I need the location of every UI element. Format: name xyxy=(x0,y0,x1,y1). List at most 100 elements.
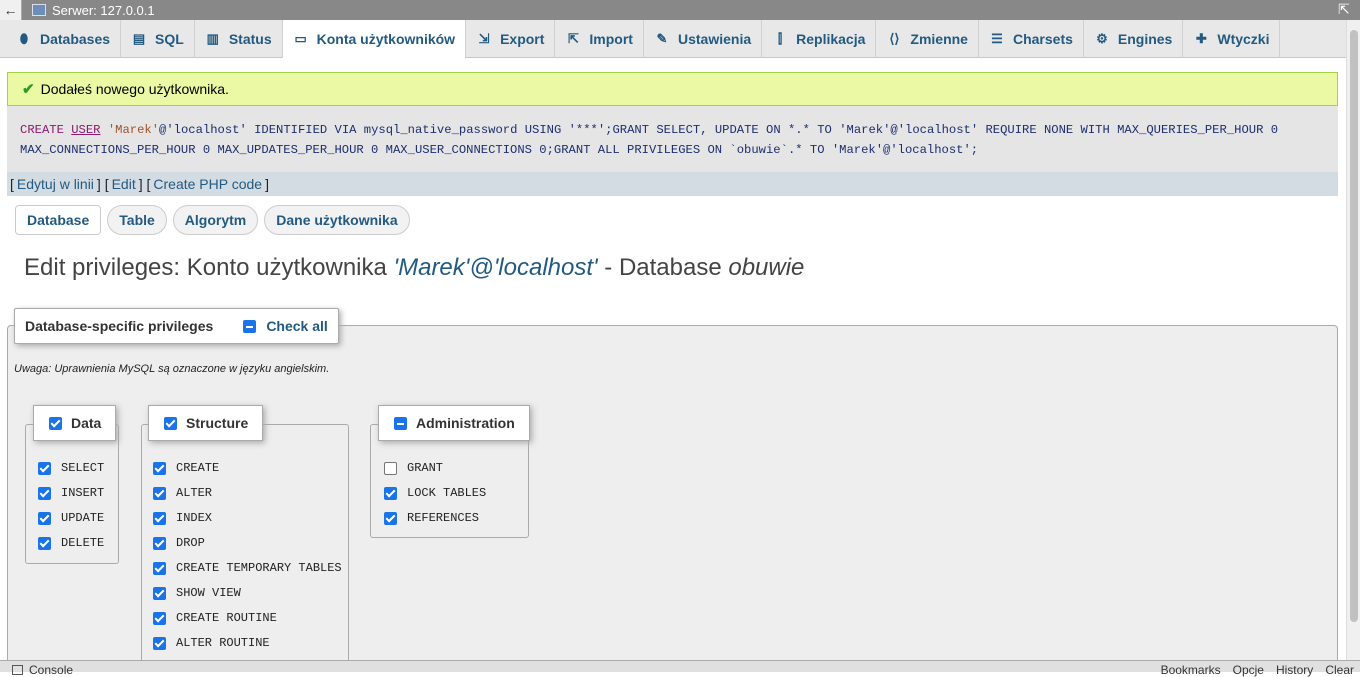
privilege-label[interactable]: CREATE xyxy=(176,461,219,475)
account-link[interactable]: 'Marek'@'localhost' xyxy=(394,254,598,281)
console-toggle[interactable]: Console xyxy=(12,663,73,677)
tab-label[interactable]: Import xyxy=(589,31,633,47)
privilege-create-routine[interactable]: CREATE ROUTINE xyxy=(153,611,277,625)
privilege-label[interactable]: ALTER ROUTINE xyxy=(176,636,270,650)
privilege-lock-tables[interactable]: LOCK TABLES xyxy=(384,486,486,500)
privilege-checkbox[interactable] xyxy=(38,536,51,550)
group-checkbox[interactable] xyxy=(164,416,177,430)
tab-charsets[interactable]: ☰ Charsets xyxy=(979,20,1084,58)
tab-label[interactable]: Databases xyxy=(40,31,110,47)
privilege-label[interactable]: CREATE TEMPORARY TABLES xyxy=(176,561,342,575)
console-label[interactable]: Console xyxy=(29,663,73,677)
privilege-checkbox[interactable] xyxy=(153,611,166,625)
back-arrow-icon[interactable]: ← xyxy=(0,0,22,20)
group-legend-structure[interactable]: Structure xyxy=(148,405,264,441)
tab-label[interactable]: Konta użytkowników xyxy=(317,31,455,47)
group-checkbox[interactable] xyxy=(394,416,407,430)
sql-keyword-user[interactable]: USER xyxy=(71,123,100,137)
privilege-drop[interactable]: DROP xyxy=(153,536,205,550)
privilege-select[interactable]: SELECT xyxy=(38,461,104,475)
privilege-alter-routine[interactable]: ALTER ROUTINE xyxy=(153,636,270,650)
privilege-checkbox[interactable] xyxy=(38,511,51,525)
tab-label[interactable]: Charsets xyxy=(1013,31,1073,47)
privilege-label[interactable]: SHOW VIEW xyxy=(176,586,241,600)
tab-sql[interactable]: ▤ SQL xyxy=(121,20,195,58)
privilege-label[interactable]: INSERT xyxy=(61,486,104,500)
privilege-label[interactable]: DELETE xyxy=(61,536,104,550)
tab-engines[interactable]: ⚙ Engines xyxy=(1084,20,1184,58)
tab-database[interactable]: ⬮ Databases xyxy=(6,20,122,58)
subtab-table[interactable]: Table xyxy=(107,205,167,235)
privilege-label[interactable]: CREATE ROUTINE xyxy=(176,611,277,625)
privilege-create-temporary-tables[interactable]: CREATE TEMPORARY TABLES xyxy=(153,561,342,575)
group-legend-data[interactable]: Data xyxy=(33,405,117,441)
tab-import[interactable]: ⇱ Import xyxy=(555,20,644,58)
console-history[interactable]: History xyxy=(1276,663,1313,677)
privilege-show-view[interactable]: SHOW VIEW xyxy=(153,586,241,600)
privilege-label[interactable]: GRANT xyxy=(407,461,443,475)
privilege-checkbox[interactable] xyxy=(384,486,397,500)
privileges-legend: Database-specific privileges Check all xyxy=(14,308,339,344)
edit-link[interactable]: Edit xyxy=(112,176,136,192)
tab-users[interactable]: ▭ Konta użytkowników xyxy=(282,20,467,59)
console-opcje[interactable]: Opcje xyxy=(1233,663,1264,677)
engines-icon: ⚙ xyxy=(1096,31,1108,46)
subtab-database[interactable]: Database xyxy=(15,205,102,235)
privilege-checkbox[interactable] xyxy=(153,586,166,600)
privilege-label[interactable]: UPDATE xyxy=(61,511,104,525)
privilege-insert[interactable]: INSERT xyxy=(38,486,104,500)
subtab-dane-użytkownika[interactable]: Dane użytkownika xyxy=(264,205,410,235)
console-bookmarks[interactable]: Bookmarks xyxy=(1161,663,1221,677)
check-all-label[interactable]: Check all xyxy=(266,318,327,334)
tab-variables[interactable]: ⟨⟩ Zmienne xyxy=(876,20,979,58)
privilege-delete[interactable]: DELETE xyxy=(38,536,104,550)
privilege-label[interactable]: DROP xyxy=(176,536,205,550)
vertical-scrollbar[interactable] xyxy=(1346,20,1360,660)
privilege-label[interactable]: REFERENCES xyxy=(407,511,479,525)
group-checkbox[interactable] xyxy=(49,416,62,430)
privilege-checkbox[interactable] xyxy=(384,461,397,475)
tab-label[interactable]: Status xyxy=(229,31,272,47)
privilege-checkbox[interactable] xyxy=(153,561,166,575)
tab-label[interactable]: Export xyxy=(500,31,544,47)
privilege-checkbox[interactable] xyxy=(38,461,51,475)
edit-inline-link[interactable]: Edytuj w linii xyxy=(17,176,94,192)
tab-wrench[interactable]: ✎ Ustawienia xyxy=(644,20,763,58)
tab-label[interactable]: Engines xyxy=(1118,31,1172,47)
tab-label[interactable]: Replikacja xyxy=(796,31,865,47)
group-legend-administration[interactable]: Administration xyxy=(378,405,530,441)
tab-label[interactable]: Ustawienia xyxy=(678,31,751,47)
privilege-checkbox[interactable] xyxy=(153,511,166,525)
privilege-grant[interactable]: GRANT xyxy=(384,461,443,475)
tab-label[interactable]: SQL xyxy=(155,31,184,47)
privilege-label[interactable]: LOCK TABLES xyxy=(407,486,486,500)
privilege-checkbox[interactable] xyxy=(153,486,166,500)
tab-export[interactable]: ⇲ Export xyxy=(466,20,556,58)
tab-plugin[interactable]: ✚ Wtyczki xyxy=(1183,20,1281,58)
console-clear[interactable]: Clear xyxy=(1325,663,1354,677)
privilege-checkbox[interactable] xyxy=(384,511,397,525)
privilege-references[interactable]: REFERENCES xyxy=(384,511,479,525)
scrollbar-thumb[interactable] xyxy=(1350,30,1358,622)
check-all-checkbox[interactable] xyxy=(243,319,257,333)
privilege-checkbox[interactable] xyxy=(153,461,166,475)
privilege-label[interactable]: ALTER xyxy=(176,486,212,500)
check-all-toggle[interactable]: Check all xyxy=(243,318,328,334)
privilege-checkbox[interactable] xyxy=(153,636,166,650)
privilege-label[interactable]: SELECT xyxy=(61,461,104,475)
maximize-icon[interactable]: ⇱ xyxy=(1338,2,1352,16)
group-label: Structure xyxy=(186,415,249,431)
create-php-code-link[interactable]: Create PHP code xyxy=(153,176,262,192)
privilege-index[interactable]: INDEX xyxy=(153,511,212,525)
privilege-checkbox[interactable] xyxy=(38,486,51,500)
subtab-algorytm[interactable]: Algorytm xyxy=(172,205,259,235)
privilege-alter[interactable]: ALTER xyxy=(153,486,212,500)
privilege-update[interactable]: UPDATE xyxy=(38,511,104,525)
tab-status[interactable]: ▥ Status xyxy=(195,20,283,58)
tab-replication[interactable]: ⫿ Replikacja xyxy=(762,20,877,58)
tab-label[interactable]: Wtyczki xyxy=(1217,31,1269,47)
tab-label[interactable]: Zmienne xyxy=(910,31,968,47)
privilege-label[interactable]: INDEX xyxy=(176,511,212,525)
privilege-create[interactable]: CREATE xyxy=(153,461,219,475)
privilege-checkbox[interactable] xyxy=(153,536,166,550)
